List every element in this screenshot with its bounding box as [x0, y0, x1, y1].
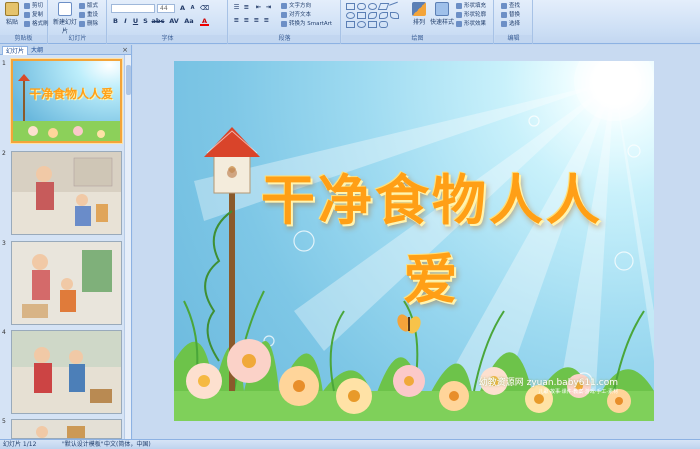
- slide-count: 幻灯片 1/12: [3, 441, 37, 448]
- drawing-group: 排列 快速样式 形状填充 形状轮廓 形状效果 绘图: [342, 0, 494, 44]
- font-name-select[interactable]: [111, 4, 155, 13]
- thumbnail-1-title: 干净食物人人爱: [29, 87, 114, 101]
- slide-workspace: 干净食物人人爱 幼教资源网 zyuan.baby611.com 儿歌·故事·课件…: [133, 45, 700, 439]
- thumbnail-number: 5: [2, 418, 6, 425]
- shape-fill-button[interactable]: 形状填充: [456, 2, 486, 10]
- decrease-indent-button[interactable]: ⇤: [254, 3, 263, 12]
- align-center-button[interactable]: ≡: [242, 16, 251, 25]
- select-button[interactable]: 选择: [501, 20, 520, 28]
- clipboard-group-label: 剪贴板: [0, 35, 47, 43]
- drawing-group-label: 绘图: [342, 35, 493, 43]
- editing-group-label: 编辑: [495, 35, 532, 43]
- arrange-icon: [412, 2, 426, 16]
- increase-indent-button[interactable]: ⇥: [264, 3, 273, 12]
- copy-button[interactable]: 复制: [24, 11, 43, 19]
- font-size-select[interactable]: 44: [157, 4, 175, 13]
- panel-tabs: 幻灯片 大纲 ×: [0, 45, 131, 55]
- clipboard-group: 粘贴 剪切 复制 格式刷 剪贴板: [0, 0, 49, 44]
- shape-outline-button[interactable]: 形状轮廓: [456, 11, 486, 19]
- editing-group: 查找 替换 选择 编辑: [495, 0, 533, 44]
- convert-smartart-button[interactable]: 转换为 SmartArt: [281, 20, 332, 28]
- paragraph-group-label: 段落: [229, 35, 340, 43]
- strikethrough-button[interactable]: abc: [151, 17, 165, 26]
- cut-button[interactable]: 剪切: [24, 2, 43, 10]
- thumbnail-4-preview: [12, 331, 121, 413]
- status-bar: 幻灯片 1/12 "默认设计模板" 中文(简体，中国): [0, 439, 700, 449]
- clear-format-button[interactable]: ⌫: [200, 4, 209, 13]
- slide-thumbnail-3[interactable]: [11, 241, 122, 325]
- watermark-text: 幼教资源网 zyuan.baby611.com: [478, 378, 618, 388]
- change-case-button[interactable]: Aa: [183, 17, 195, 26]
- thumbnail-number: 4: [2, 329, 6, 336]
- arrange-button[interactable]: 排列: [410, 2, 428, 26]
- tab-slides[interactable]: 幻灯片: [2, 46, 29, 55]
- bullets-button[interactable]: ☰: [232, 3, 241, 12]
- slide-thumbnail-5[interactable]: [11, 419, 122, 439]
- replace-button[interactable]: 替换: [501, 11, 520, 19]
- reset-button[interactable]: 重设: [79, 11, 98, 19]
- paste-button[interactable]: 粘贴: [2, 2, 22, 26]
- paste-icon: [5, 2, 19, 16]
- shape-effects-button[interactable]: 形状效果: [456, 20, 486, 28]
- align-left-button[interactable]: ≡: [232, 16, 241, 25]
- thumbnail-3-preview: [12, 242, 121, 324]
- panel-scroll-thumb[interactable]: [126, 65, 131, 95]
- text-direction-button[interactable]: 文字方向: [281, 2, 311, 10]
- thumbnail-number: 2: [2, 150, 6, 157]
- char-spacing-button[interactable]: AV: [168, 17, 180, 26]
- slides-group: 新建幻灯片 版式 重设 删除 幻灯片: [49, 0, 107, 44]
- slide-thumbnail-2[interactable]: [11, 151, 122, 235]
- slide-title[interactable]: 干净食物人人爱: [252, 156, 612, 314]
- slides-group-label: 幻灯片: [49, 35, 106, 43]
- watermark-subtext: 儿歌·故事·课件·教案·游戏·手工·素材: [538, 389, 618, 395]
- delete-slide-button[interactable]: 删除: [79, 20, 98, 28]
- thumbnail-number: 1: [2, 60, 6, 67]
- tab-outline[interactable]: 大纲: [28, 46, 46, 55]
- thumbnail-5-preview: [12, 420, 121, 438]
- quick-styles-button[interactable]: 快速样式: [430, 2, 454, 26]
- grow-font-button[interactable]: A: [178, 4, 187, 13]
- slide-thumbnail-4[interactable]: [11, 330, 122, 414]
- align-right-button[interactable]: ≡: [252, 16, 261, 25]
- layout-button[interactable]: 版式: [79, 2, 98, 10]
- shrink-font-button[interactable]: A: [188, 4, 197, 13]
- quick-styles-icon: [435, 2, 449, 16]
- panel-scrollbar[interactable]: [124, 55, 131, 439]
- ribbon: 粘贴 剪切 复制 格式刷 剪贴板 新建幻灯片 版式 重设 删除 幻灯片 44 A…: [0, 0, 700, 44]
- thumbnail-number: 3: [2, 240, 6, 247]
- format-painter-button[interactable]: 格式刷: [24, 20, 49, 28]
- current-slide[interactable]: 干净食物人人爱 幼教资源网 zyuan.baby611.com 儿歌·故事·课件…: [174, 61, 654, 421]
- justify-button[interactable]: ≡: [262, 16, 271, 25]
- slide-thumbnail-1[interactable]: 干净食物人人爱: [11, 59, 122, 143]
- font-color-button[interactable]: A: [200, 17, 209, 26]
- shapes-gallery[interactable]: [346, 1, 406, 29]
- shadow-button[interactable]: S: [141, 17, 150, 26]
- italic-button[interactable]: I: [121, 17, 130, 26]
- underline-button[interactable]: U: [131, 17, 140, 26]
- theme-name: "默认设计模板": [62, 441, 104, 448]
- find-button[interactable]: 查找: [501, 2, 520, 10]
- align-text-button[interactable]: 对齐文本: [281, 11, 311, 19]
- close-panel-icon[interactable]: ×: [122, 46, 128, 54]
- new-slide-button[interactable]: 新建幻灯片: [53, 2, 77, 35]
- new-slide-icon: [58, 2, 72, 16]
- bold-button[interactable]: B: [111, 17, 120, 26]
- slides-panel: 幻灯片 大纲 × 1 干净食物人人爱 2 3 4 5: [0, 45, 132, 439]
- language-indicator[interactable]: 中文(简体，中国): [104, 441, 151, 449]
- font-group-label: 字体: [108, 35, 227, 43]
- numbering-button[interactable]: ≡: [242, 3, 251, 12]
- thumbnail-2-preview: [12, 152, 121, 234]
- paragraph-group: ☰ ≡ ⇤ ⇥ ≡ ≡ ≡ ≡ 文字方向 对齐文本 转换为 SmartArt 段…: [229, 0, 341, 44]
- font-group: 44 A A ⌫ B I U S abc AV Aa A 字体: [108, 0, 228, 44]
